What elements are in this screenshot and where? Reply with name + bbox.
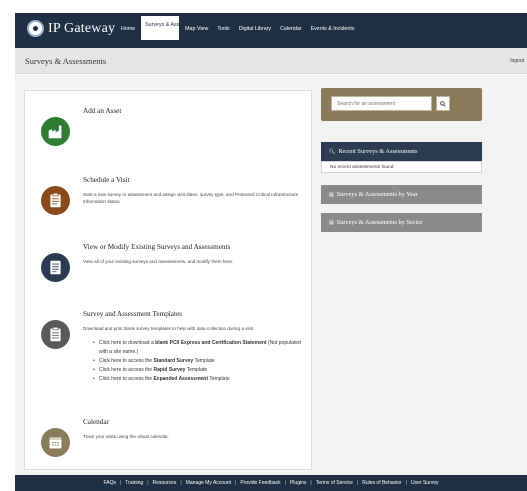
search-icon [440,100,446,107]
logout-link[interactable]: logout [510,58,524,64]
search-input[interactable] [331,96,432,111]
nav-calendar[interactable]: Calendar [277,22,305,37]
by-sector-header[interactable]: ▤ Surveys & Assessments by Sector [321,213,482,232]
recent-assessments-body: No recent assessments found [321,161,482,173]
nav-map-view[interactable]: Map View [182,22,211,37]
calendar-icon[interactable] [41,428,70,457]
footer-link-training[interactable]: Training [125,480,143,486]
template-link-pcii[interactable]: Click here to download a blank PCII Expr… [93,339,308,357]
template-icon[interactable] [41,320,70,349]
page-header: Surveys & Assessments logout [15,48,527,74]
list-icon: ▤ [329,192,334,198]
template-link-expanded[interactable]: Click here to access the Expanded Assess… [93,375,308,384]
by-year-title: Surveys & Assessments by Year [336,191,418,198]
search-panel [321,88,482,121]
recent-assessments-header[interactable]: 🔍︎ Recent Surveys & Assessments [321,142,482,161]
card-add-asset: Add an Asset [41,107,308,146]
card-title[interactable]: Schedule a Visit [83,176,308,184]
card-description: Download and print blank survey template… [83,326,255,331]
page-title: Surveys & Assessments [25,56,107,66]
clipboard-icon[interactable] [41,186,70,215]
main-nav: Home Surveys & Assessments Map View Tool… [118,16,360,40]
footer: FAQs | Training | Resources | Manage My Acc… [15,475,527,491]
main-panel: Add an Asset Schedule a Visit Start a ne… [24,90,312,470]
card-title[interactable]: View or Modify Existing Surveys and Asse… [83,243,308,251]
top-nav-bar: IP Gateway Home Surveys & Assessments Ma… [15,13,527,48]
footer-link-resources[interactable]: Resources [153,480,177,486]
nav-events-incidents[interactable]: Events & Incidents [308,22,358,37]
list-icon: ▤ [329,220,334,226]
footer-link-manage-account[interactable]: Manage My Account [186,480,231,486]
nav-tools[interactable]: Tools [214,22,232,37]
logo[interactable]: IP Gateway [27,20,115,37]
template-link-standard[interactable]: Click here to access the Standard Survey… [93,357,308,366]
logo-text: IP Gateway [48,20,116,36]
search-icon: 🔍︎ [329,149,336,155]
card-title[interactable]: Survey and Assessment Templates [83,310,308,318]
card-templates: Survey and Assessment Templates Download… [41,310,308,384]
nav-digital-library[interactable]: Digital Library [236,22,274,37]
template-link-rapid[interactable]: Click here to access the Rapid Survey Te… [93,366,308,375]
by-sector-title: Surveys & Assessments by Sector [336,219,423,226]
nav-home[interactable]: Home [118,22,138,37]
footer-link-terms[interactable]: Terms of Service [316,480,353,486]
footer-link-plugins[interactable]: Plugins [290,480,306,486]
card-description: Track your visits using the visual calen… [83,434,169,439]
card-title[interactable]: Add an Asset [83,107,308,115]
card-description: View all of your existing surveys and as… [83,259,234,264]
card-view-modify: View or Modify Existing Surveys and Asse… [41,243,308,282]
recent-assessments-title: Recent Surveys & Assessments [338,148,418,155]
seal-icon [27,20,44,37]
card-description: Start a new survey or assessment and ass… [83,192,299,204]
search-button[interactable] [436,96,450,111]
by-year-header[interactable]: ▤ Surveys & Assessments by Year [321,185,482,204]
footer-link-feedback[interactable]: Provide Feedback [240,480,280,486]
document-icon[interactable] [41,253,70,282]
card-schedule-visit: Schedule a Visit Start a new survey or a… [41,176,308,215]
footer-link-faqs[interactable]: FAQs [103,480,116,486]
factory-icon[interactable] [41,117,70,146]
template-list: Click here to download a blank PCII Expr… [93,339,308,384]
card-title[interactable]: Calendar [83,418,308,426]
footer-link-user-survey[interactable]: User Survey [411,480,439,486]
nav-surveys-assessments[interactable]: Surveys & Assessments [141,16,202,40]
footer-link-rules[interactable]: Rules of Behavior [362,480,401,486]
card-calendar: Calendar Track your visits using the vis… [41,418,308,457]
